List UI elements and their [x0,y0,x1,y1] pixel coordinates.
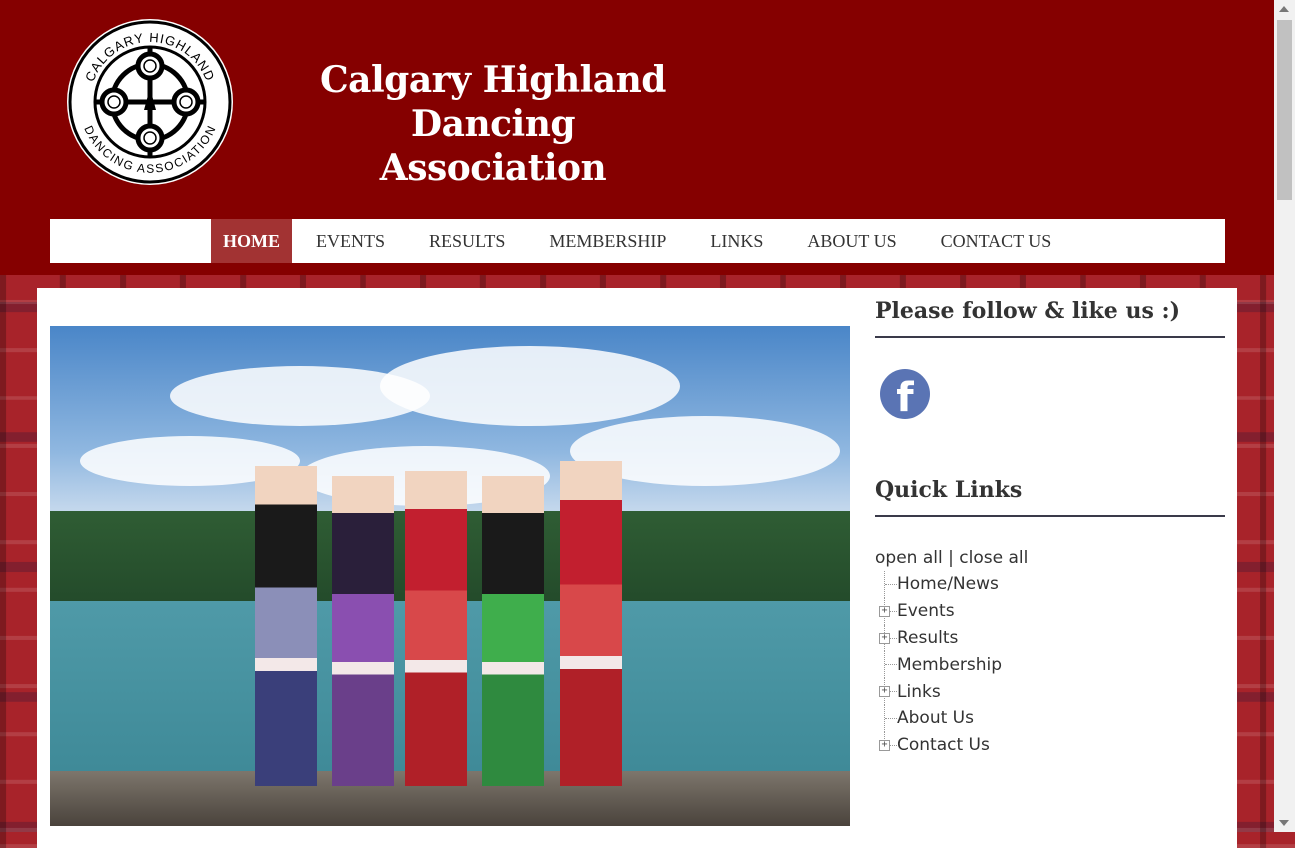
tree-controls: open all | close all [875,545,1225,571]
facebook-icon[interactable]: f [880,369,930,419]
vertical-scrollbar[interactable] [1274,0,1295,832]
open-all-link[interactable]: open all [875,548,943,568]
nav-item-contact-us[interactable]: CONTACT US [919,219,1074,263]
tree-item-about-us[interactable]: About Us [875,704,1225,732]
tree-item-label[interactable]: Membership [897,652,1002,678]
tree-item-home-news[interactable]: Home/News [875,571,1225,598]
tree-item-label[interactable]: Events [897,598,955,624]
nav-item-events[interactable]: EVENTS [294,219,407,263]
scroll-up-arrow-icon[interactable] [1279,6,1289,12]
tree-item-membership[interactable]: Membership [875,651,1225,679]
tree-item-label[interactable]: About Us [897,705,974,731]
tree-item-results[interactable]: + Results [875,624,1225,652]
site-title[interactable]: Calgary Highland Dancing Association [238,58,748,190]
tree-item-contact-us[interactable]: + Contact Us [875,731,1225,759]
scrollbar-thumb[interactable] [1277,20,1292,200]
expand-plus-icon[interactable]: + [879,739,890,751]
expand-plus-icon[interactable]: + [879,632,890,644]
expand-plus-icon[interactable]: + [879,605,890,617]
quick-links-title: Quick Links [875,477,1225,517]
quick-links-tree: open all | close all Home/News + Events … [875,545,1225,759]
site-title-line2: Association [379,147,607,189]
expand-plus-icon[interactable]: + [879,686,890,698]
nav-item-membership[interactable]: MEMBERSHIP [527,219,688,263]
follow-widget-title: Please follow & like us :) [875,298,1225,338]
hero-image-dancers [50,326,850,826]
tree-item-label[interactable]: Home/News [897,571,999,597]
nav-item-home[interactable]: HOME [211,219,292,263]
tree-item-label[interactable]: Links [897,679,941,705]
celtic-knot-logo-icon: CALGARY HIGHLAND DANCING ASSOCIATION [67,19,233,185]
main-navigation: HOME EVENTS RESULTS MEMBERSHIP LINKS ABO… [50,219,1225,263]
scroll-down-arrow-icon[interactable] [1279,820,1289,826]
tree-item-label[interactable]: Contact Us [897,732,990,758]
sidebar: Please follow & like us :) f Quick Links… [875,298,1225,759]
site-title-line1: Calgary Highland Dancing [320,59,666,145]
tree-item-links[interactable]: + Links [875,678,1225,705]
nav-item-about-us[interactable]: ABOUT US [785,219,918,263]
close-all-link[interactable]: close all [959,548,1028,568]
separator: | [948,548,954,568]
nav-item-results[interactable]: RESULTS [407,219,527,263]
association-logo[interactable]: CALGARY HIGHLAND DANCING ASSOCIATION [66,18,234,186]
site-header: CALGARY HIGHLAND DANCING ASSOCIATION Cal… [0,0,1274,275]
tree-item-events[interactable]: + Events [875,597,1225,625]
nav-item-links[interactable]: LINKS [688,219,785,263]
facebook-glyph: f [896,375,914,419]
tree-item-label[interactable]: Results [897,625,958,651]
